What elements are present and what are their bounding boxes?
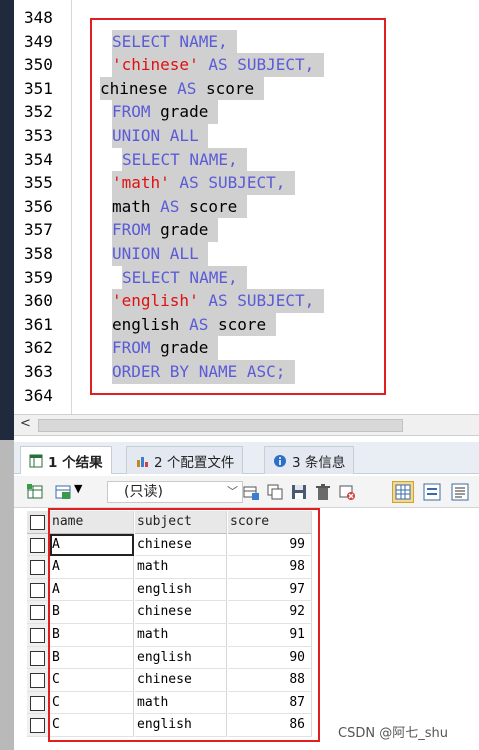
select-all-checkbox[interactable] [30, 515, 45, 530]
row-checkbox[interactable] [30, 673, 45, 689]
line-number: 352 [24, 102, 53, 122]
line-number: 354 [24, 149, 53, 169]
row-select-cell[interactable] [27, 691, 49, 715]
line-number: 356 [24, 196, 53, 216]
watermark: CSDN @阿七_shu [338, 726, 448, 741]
tab-profiles[interactable]: 2 个配置文件 [126, 446, 244, 474]
dropdown-arrow-icon[interactable]: ▼ [74, 482, 92, 500]
form-view-icon[interactable] [422, 482, 441, 501]
row-checkbox[interactable] [30, 605, 45, 621]
row-select-cell[interactable] [27, 578, 49, 602]
query-highlight-box [90, 18, 386, 395]
result-highlight-box [48, 508, 320, 742]
row-checkbox[interactable] [30, 560, 45, 576]
line-number: 348 [24, 8, 53, 27]
save-icon[interactable] [290, 483, 308, 501]
row-checkbox[interactable] [30, 695, 45, 711]
tab-profiles-label: 2 个配置文件 [154, 454, 235, 471]
delete-icon[interactable] [314, 483, 332, 501]
result-toolbar: ▼ (只读) ﹀ [14, 476, 479, 508]
add-row-icon[interactable] [242, 483, 260, 501]
line-number: 363 [24, 362, 53, 381]
tab-messages[interactable]: 3 条信息 [264, 446, 355, 474]
editor-horizontal-scrollbar[interactable]: < [14, 414, 479, 436]
tab-results[interactable]: 1 个结果 [20, 446, 112, 474]
result-table-icon [29, 454, 43, 468]
row-select-cell[interactable] [27, 669, 49, 692]
line-number: 360 [24, 291, 53, 311]
row-select-cell[interactable] [27, 556, 49, 579]
row-select-cell[interactable] [27, 624, 49, 647]
profile-icon [135, 454, 149, 468]
row-checkbox[interactable] [30, 582, 45, 598]
line-number: 350 [24, 55, 53, 75]
scroll-left-arrow[interactable]: < [20, 416, 31, 431]
sql-editor[interactable]: 348 349 350 351 352 353 354 355 356 357 358 359 360 3… [14, 0, 479, 414]
copy-row-icon[interactable] [266, 483, 284, 501]
line-number: 349 [24, 31, 53, 51]
line-number: 357 [24, 220, 53, 240]
grid-options-icon[interactable] [54, 483, 72, 501]
result-tabs: 1 个结果 2 个配置文件 3 条信息 [14, 442, 479, 474]
left-panel-strip-lower [0, 440, 14, 750]
row-checkbox[interactable] [30, 537, 45, 553]
tab-messages-label: 3 条信息 [292, 454, 346, 471]
row-checkbox[interactable] [30, 718, 45, 734]
text-view-icon[interactable] [450, 482, 469, 501]
row-select-cell[interactable] [27, 601, 49, 624]
readonly-select-value: (只读) [124, 484, 163, 500]
row-select-cell[interactable] [27, 533, 49, 557]
row-checkbox[interactable] [30, 628, 45, 643]
refresh-icon[interactable] [338, 483, 356, 501]
readonly-select[interactable]: (只读) ﹀ [107, 481, 243, 503]
row-select-cell[interactable] [27, 714, 49, 737]
line-number: 355 [24, 173, 53, 193]
row-select-cell[interactable] [27, 646, 49, 670]
info-icon [273, 454, 287, 468]
grid-view-icon[interactable] [392, 481, 414, 503]
line-number: 361 [24, 314, 53, 334]
line-number: 353 [24, 126, 53, 145]
line-number: 358 [24, 244, 53, 263]
line-number: 351 [24, 78, 53, 98]
line-number: 364 [24, 385, 53, 405]
line-number: 362 [24, 338, 53, 358]
row-checkbox[interactable] [30, 650, 45, 666]
line-number: 359 [24, 267, 53, 287]
grid-export-icon[interactable] [26, 483, 44, 501]
select-all-cell[interactable] [27, 511, 49, 534]
scrollbar-thumb[interactable] [38, 419, 403, 432]
tab-results-label: 1 个结果 [48, 454, 103, 471]
chevron-down-icon: ﹀ [227, 485, 238, 498]
line-number-gutter: 348 349 350 351 352 353 354 355 356 357 358 359 360 3… [14, 0, 72, 414]
